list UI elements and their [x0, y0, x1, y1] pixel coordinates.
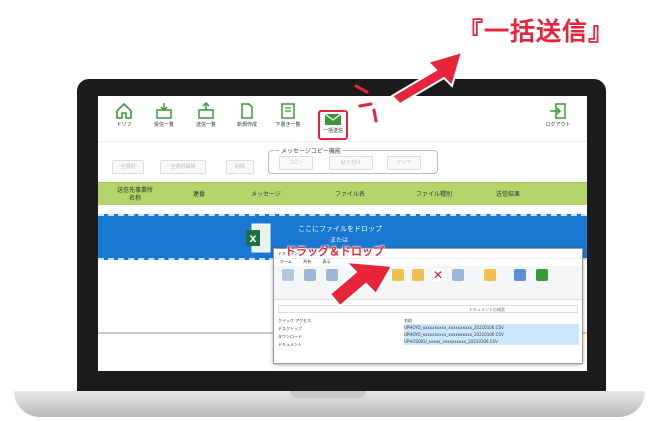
toolbar-label: 受信一覧: [153, 122, 174, 128]
toolbar-bulk-send-button[interactable]: 一括送信: [318, 110, 348, 140]
col-header-result: 送信結果: [495, 190, 520, 198]
table-header: 送信先事業所 名称 連番 メッセージ ファイル名 ファイル種別 送信結果: [98, 182, 587, 205]
file-explorer-window: ドキュメント ホーム 共有 表示 ✕ ドキュメントの検索 クイック アクセス デ…: [273, 248, 583, 364]
select-all-button[interactable]: 全選択: [112, 160, 144, 174]
bulk-send-callout: 『一括送信』: [458, 17, 615, 46]
app-screen: ドリフ 受信一覧 送信一覧 新規作成 下書き一覧 一括送信 ログアウト 全選択 …: [98, 96, 587, 371]
paste-button[interactable]: 貼り付け: [329, 156, 373, 170]
sidebar-item[interactable]: クイック アクセス: [278, 317, 368, 325]
col-header-message: メッセージ: [251, 190, 281, 198]
toolbar-inbox-button[interactable]: 受信一覧: [144, 102, 184, 140]
toolbar-label: ログアウト: [545, 122, 571, 128]
toolbar-new-button[interactable]: 新規作成: [227, 102, 267, 140]
explorer-ribbon: ✕: [274, 266, 582, 300]
explorer-sidebar: クイック アクセス デスクトップ ダウンロード ドキュメント: [278, 317, 368, 349]
col-header-seq: 連番: [192, 190, 205, 198]
drag-drop-label: ドラッグ＆ドロップ: [285, 245, 384, 258]
excel-file-icon[interactable]: X: [244, 222, 272, 254]
explorer-search[interactable]: ドキュメントの検索: [469, 307, 505, 313]
outbox-icon: [198, 102, 214, 119]
file-list-header[interactable]: 名前: [404, 317, 579, 324]
explorer-tab[interactable]: 共有: [303, 259, 311, 264]
col-header-filetype: ファイル種別: [415, 190, 452, 198]
file-row[interactable]: UPHOSOKU_xxxxx_xxxxxxxxxx_20210106.CSV: [404, 338, 579, 345]
paste-icon[interactable]: [326, 269, 338, 281]
copy-button[interactable]: コピー: [279, 156, 313, 170]
explorer-tab[interactable]: 表示: [322, 259, 330, 264]
copy-group: メッセージコピー機能 コピー 貼り付け クリア: [268, 146, 438, 174]
toolbar-label: 一括送信: [322, 128, 343, 134]
open-icon[interactable]: [536, 269, 548, 281]
copy-group-title: メッセージコピー機能: [279, 146, 343, 155]
properties-icon[interactable]: [514, 269, 526, 281]
move-icon[interactable]: [392, 269, 404, 281]
drafts-icon: [281, 103, 295, 119]
logout-icon: [550, 103, 566, 119]
explorer-tab[interactable]: ホーム: [280, 259, 292, 264]
rename-icon[interactable]: [452, 269, 464, 281]
file-row[interactable]: UPHOYO_xxxxxxxxxx_xxxxxxxxxx_20210106.CS…: [404, 324, 579, 331]
toolbar-drafts-button[interactable]: 下書き一覧: [268, 102, 308, 140]
col-header-filename: ファイル名: [334, 190, 365, 198]
toolbar-label: 下書き一覧: [275, 122, 301, 128]
new-document-icon: [241, 103, 253, 119]
toolbar-label: 送信一覧: [195, 122, 216, 128]
delete-button[interactable]: 削除: [226, 160, 254, 174]
col-header-office: 送信先事業所 名称: [116, 187, 153, 202]
sidebar-item[interactable]: ドキュメント: [278, 341, 368, 349]
main-toolbar: ドリフ 受信一覧 送信一覧 新規作成 下書き一覧 一括送信 ログアウト: [98, 96, 587, 142]
toolbar-home-button[interactable]: ドリフ: [104, 102, 144, 140]
sidebar-item[interactable]: デスクトップ: [278, 325, 368, 333]
toolbar-label: 新規作成: [236, 122, 257, 128]
toolbar-label: ドリフ: [116, 122, 132, 128]
copy-icon[interactable]: [304, 269, 316, 281]
copy-to-icon[interactable]: [412, 269, 424, 281]
dropzone-text: ここにファイルをドロップ: [298, 225, 382, 233]
file-row[interactable]: UPHOYO_xxxxxxxxxx_xxxxxxxxxx_20210106.CS…: [404, 331, 579, 338]
explorer-tabs: ホーム 共有 表示: [274, 259, 582, 266]
new-folder-icon[interactable]: [484, 269, 496, 281]
toolbar-outbox-button[interactable]: 送信一覧: [186, 102, 226, 140]
pin-icon[interactable]: [282, 269, 294, 281]
svg-text:X: X: [250, 235, 257, 245]
delete-icon[interactable]: ✕: [432, 269, 444, 281]
explorer-file-list: 名前 UPHOYO_xxxxxxxxxx_xxxxxxxxxx_20210106…: [404, 317, 579, 345]
bulk-send-icon: [324, 113, 342, 125]
inbox-icon: [156, 103, 172, 119]
explorer-address-bar[interactable]: ドキュメントの検索: [278, 305, 578, 313]
home-icon: [116, 102, 132, 119]
sidebar-item[interactable]: ダウンロード: [278, 333, 368, 341]
laptop-notch: [290, 391, 366, 398]
clear-button[interactable]: クリア: [387, 156, 421, 170]
deselect-all-button[interactable]: 全選択解除: [160, 160, 206, 174]
toolbar-logout-button[interactable]: ログアウト: [538, 102, 578, 140]
